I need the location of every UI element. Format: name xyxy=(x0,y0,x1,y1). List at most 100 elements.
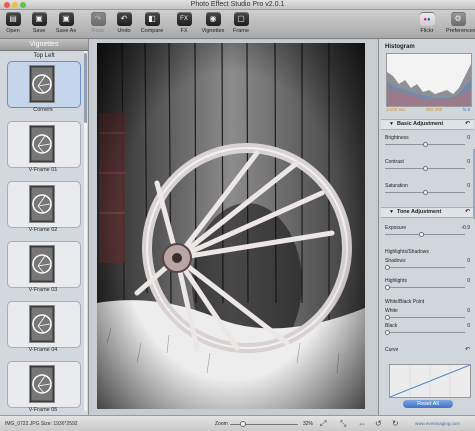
open-label: Open xyxy=(6,28,20,34)
highlights-label: Highlights xyxy=(385,278,407,284)
exif-iso: ISO 200 xyxy=(425,107,443,112)
brightness-slider[interactable] xyxy=(385,142,465,147)
compare-label: Compare xyxy=(140,28,164,34)
white-slider-knob[interactable] xyxy=(385,315,390,320)
save-as-button[interactable]: ▣ Save As xyxy=(54,12,78,34)
white-black-point-label: White/Black Point xyxy=(385,299,425,305)
reset-icon[interactable]: ↶ xyxy=(465,208,470,217)
vignette-item[interactable]: V-Frame 05 xyxy=(5,361,81,415)
compare-button[interactable]: ◧ Compare xyxy=(140,12,164,34)
zoom-slider-knob[interactable] xyxy=(240,421,246,427)
shadows-label: Shadows xyxy=(385,258,406,264)
folder-icon: ▤ xyxy=(5,12,21,26)
open-button[interactable]: ▤ Open xyxy=(1,12,25,34)
toolbar: ▤ Open ▣ Save ▣ Save As ↷ Redo ↶ Undo ◧ Compar… xyxy=(0,10,475,39)
highlights-slider-knob[interactable] xyxy=(385,285,390,290)
saturation-value: 0 xyxy=(467,183,470,189)
redo-label: Redo xyxy=(91,28,105,34)
saturation-control: Saturation 0 xyxy=(385,183,473,195)
contrast-slider[interactable] xyxy=(385,166,465,171)
highlights-slider[interactable] xyxy=(385,285,465,290)
undo-button[interactable]: ↶ Undo xyxy=(112,12,136,34)
vignette-label: V-Frame 01 xyxy=(28,167,58,173)
white-control: White 0 xyxy=(385,308,473,320)
disclosure-triangle-icon: ▼ xyxy=(389,209,394,215)
title-bar: Photo Effect Studio Pro v2.0.1 xyxy=(0,0,475,10)
highlights-control: Highlights 0 xyxy=(385,278,473,290)
black-label: Black xyxy=(385,323,398,329)
vignette-item[interactable]: V-Frame 02 xyxy=(5,181,81,237)
rotate-right-icon[interactable]: ↻ xyxy=(392,419,399,428)
contrast-value: 0 xyxy=(467,159,470,165)
curve-label: Curve xyxy=(385,347,399,353)
panel-title: Vignettes xyxy=(0,39,88,51)
contrast-slider-knob[interactable] xyxy=(422,166,428,171)
scroll-thumb[interactable] xyxy=(84,53,87,123)
flip-icon[interactable]: ⇔ xyxy=(358,419,366,428)
vignette-label: V-Frame 02 xyxy=(28,227,58,233)
actual-size-icon[interactable]: ⤡ xyxy=(340,419,346,429)
fx-label: FX xyxy=(180,28,188,34)
saturation-slider[interactable] xyxy=(385,190,465,195)
reset-icon[interactable]: ↶ xyxy=(465,346,470,353)
shadows-slider[interactable] xyxy=(385,265,465,270)
photo-preview[interactable] xyxy=(97,43,365,409)
vignette-item[interactable]: V-Frame 01 xyxy=(5,121,81,177)
website-link[interactable]: www.everimaging.com xyxy=(415,421,460,426)
basic-adjustment-header[interactable]: ▼ Basic Adjustment ↶ xyxy=(381,119,474,130)
shadows-slider-knob[interactable] xyxy=(385,265,390,270)
reset-icon[interactable]: ↶ xyxy=(465,120,470,129)
vignette-item[interactable]: Corners xyxy=(5,61,81,117)
redo-button[interactable]: ↷ Redo xyxy=(86,12,110,34)
left-scrollbar[interactable] xyxy=(84,51,87,411)
brightness-label: Brightness xyxy=(385,135,409,141)
frame-label: Frame xyxy=(233,28,249,34)
vignette-item[interactable]: V-Frame 04 xyxy=(5,301,81,357)
saturation-slider-knob[interactable] xyxy=(422,190,428,195)
rotate-left-icon[interactable]: ↺ xyxy=(375,419,382,428)
tone-adjustment-header[interactable]: ▼ Tone Adjustment ↶ xyxy=(381,207,474,218)
exif-info: 1/100 sec ISO 200 f1.8 xyxy=(386,107,470,112)
reset-all-button[interactable]: Reset All xyxy=(403,400,453,408)
canvas-area xyxy=(89,39,375,415)
exif-aperture: f1.8 xyxy=(462,107,470,112)
vignette-thumbnail-image xyxy=(29,65,55,103)
black-slider[interactable] xyxy=(385,330,465,335)
section-label: Top Left xyxy=(33,53,55,59)
contrast-control: Contrast 0 xyxy=(385,159,473,171)
compare-icon: ◧ xyxy=(144,12,160,26)
frame-button[interactable]: ▢ Frame xyxy=(229,12,253,34)
histogram-title: Histogram xyxy=(385,44,415,50)
vignette-thumbnail-image xyxy=(29,185,55,223)
black-value: 0 xyxy=(467,323,470,329)
vignette-label: V-Frame 04 xyxy=(28,347,58,353)
brightness-slider-knob[interactable] xyxy=(422,142,428,147)
save-as-icon: ▣ xyxy=(58,12,74,26)
file-info: IMG_0722.JPG Size: 1936*2592 xyxy=(5,421,78,427)
window-title: Photo Effect Studio Pro v2.0.1 xyxy=(190,1,285,8)
vignette-icon: ◉ xyxy=(205,12,221,26)
white-slider[interactable] xyxy=(385,315,465,320)
flickr-button[interactable]: ●● Flickr xyxy=(415,12,439,34)
white-value: 0 xyxy=(467,308,470,314)
black-slider-knob[interactable] xyxy=(385,330,390,335)
highlights-shadows-label: Highlights/Shadows xyxy=(385,249,429,255)
vignette-list: Corners V-Frame 01 V-Frame 02 V-Frame 03 V-F… xyxy=(0,61,88,415)
brightness-control: Brightness 0 xyxy=(385,135,473,147)
save-icon: ▣ xyxy=(31,12,47,26)
fit-screen-icon[interactable]: ⤢ xyxy=(320,419,326,429)
vignette-thumbnail-image xyxy=(29,305,55,343)
vignette-thumbnail-image xyxy=(29,125,55,163)
curve-editor[interactable] xyxy=(389,364,471,398)
preferences-button[interactable]: ⚙ Preferences xyxy=(446,12,475,34)
vignette-thumbnail-image xyxy=(29,245,55,283)
save-label: Save xyxy=(32,28,46,34)
exif-shutter: 1/100 sec xyxy=(386,107,406,112)
vignette-item[interactable]: V-Frame 03 xyxy=(5,241,81,297)
vignette-label: V-Frame 05 xyxy=(28,407,58,413)
exposure-slider-knob[interactable] xyxy=(419,232,425,237)
vignettes-button[interactable]: ◉ Vignettes xyxy=(201,12,225,34)
exposure-slider[interactable] xyxy=(385,232,465,237)
save-button[interactable]: ▣ Save xyxy=(27,12,51,34)
fx-button[interactable]: FX FX xyxy=(172,12,196,34)
